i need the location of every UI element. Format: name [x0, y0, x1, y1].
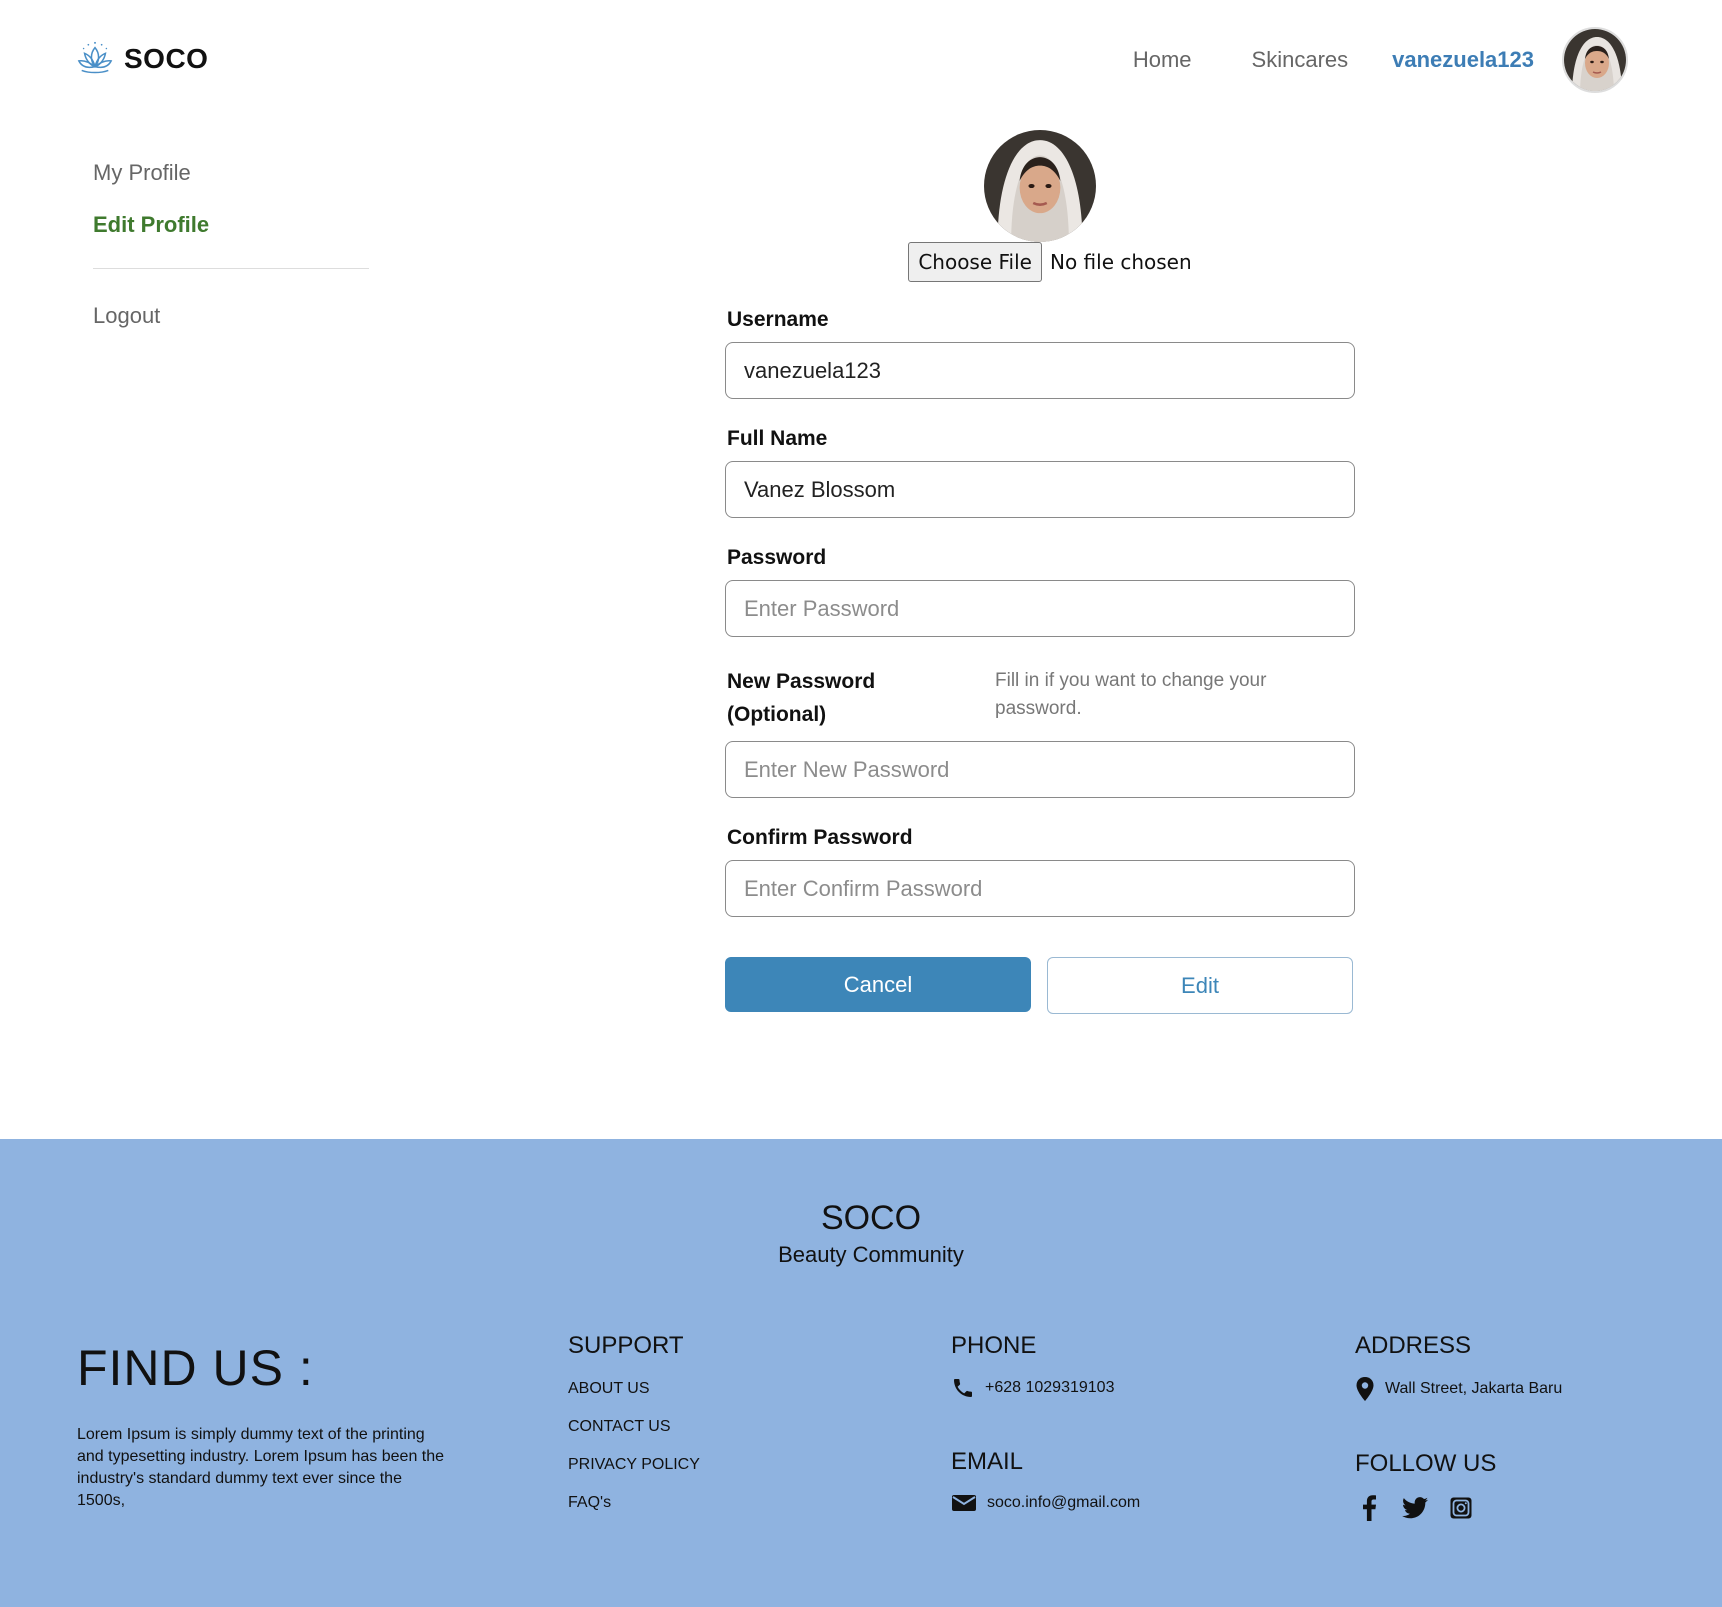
profile-sidebar: My Profile Edit Profile Logout: [93, 160, 369, 329]
address-title: ADDRESS: [1355, 1332, 1472, 1359]
email-row: soco.info@gmail.com: [951, 1492, 1140, 1514]
nav-skincares-link[interactable]: Skincares: [1252, 47, 1349, 73]
new-password-label-line2: (Optional): [727, 703, 827, 726]
full-name-label: Full Name: [727, 427, 828, 450]
follow-us-title: FOLLOW US: [1355, 1450, 1497, 1477]
new-password-label: New Password (Optional): [727, 665, 995, 731]
address-value: Wall Street, Jakarta Baru: [1385, 1380, 1563, 1397]
new-password-header: New Password (Optional) Fill in if you w…: [725, 665, 1355, 731]
footer-tagline: Beauty Community: [778, 1242, 964, 1267]
phone-icon: [954, 1379, 972, 1397]
footer-brand-name: SOCO: [820, 1199, 922, 1237]
edit-profile-form: Choose File No file chosen Username Full…: [725, 130, 1355, 1014]
username-field[interactable]: [725, 342, 1355, 399]
confirm-password-label: Confirm Password: [727, 826, 913, 849]
about-us-link[interactable]: ABOUT US: [568, 1380, 700, 1398]
map-pin-icon: [1356, 1377, 1374, 1401]
sidebar-divider: [93, 268, 369, 269]
password-field[interactable]: [725, 580, 1355, 637]
address-row: Wall Street, Jakarta Baru: [1355, 1376, 1562, 1402]
instagram-icon[interactable]: [1447, 1494, 1475, 1522]
edit-button[interactable]: Edit: [1047, 957, 1353, 1014]
new-password-hint: Fill in if you want to change your passw…: [995, 670, 1267, 719]
new-password-field[interactable]: [725, 741, 1355, 798]
footer-brand: SOCO Beauty Community: [0, 1199, 1722, 1268]
faq-link[interactable]: FAQ's: [568, 1494, 700, 1512]
new-password-label-line1: New Password: [727, 670, 876, 693]
nav-home-link[interactable]: Home: [1133, 47, 1192, 73]
email-value[interactable]: soco.info@gmail.com: [987, 1494, 1140, 1512]
file-status: No file chosen: [1049, 250, 1192, 274]
brand-name: SOCO: [124, 43, 209, 74]
full-name-field[interactable]: [725, 461, 1355, 518]
sidebar-item-edit-profile[interactable]: Edit Profile: [93, 212, 369, 238]
facebook-icon[interactable]: [1355, 1494, 1383, 1522]
support-title: SUPPORT: [568, 1332, 684, 1359]
phone-row: +628 1029319103: [951, 1376, 1140, 1400]
support-column: SUPPORT ABOUT US CONTACT US PRIVACY POLI…: [568, 1332, 700, 1512]
sidebar-item-logout[interactable]: Logout: [93, 303, 369, 329]
brand-logo[interactable]: SOCO: [76, 40, 208, 78]
social-links: [1355, 1494, 1562, 1522]
password-label: Password: [727, 546, 827, 569]
contact-column: PHONE +628 1029319103 EMAIL soco.info@gm…: [951, 1332, 1140, 1514]
privacy-policy-link[interactable]: PRIVACY POLICY: [568, 1456, 700, 1474]
site-footer: SOCO Beauty Community FIND US : Lorem Ip…: [0, 1139, 1722, 1607]
sidebar-item-my-profile[interactable]: My Profile: [93, 160, 369, 186]
avatar-upload-area: Choose File No file chosen: [725, 130, 1355, 282]
avatar-portrait-icon: [1564, 29, 1626, 91]
avatar-portrait-icon: [984, 130, 1096, 242]
username-label: Username: [727, 308, 829, 331]
profile-avatar: [984, 130, 1096, 242]
confirm-password-field[interactable]: [725, 860, 1355, 917]
form-actions: Cancel Edit: [725, 957, 1355, 1014]
nav-username-link[interactable]: vanezuela123: [1392, 47, 1534, 73]
address-column: ADDRESS Wall Street, Jakarta Baru FOLLOW…: [1355, 1332, 1562, 1522]
lotus-logo-icon: [77, 41, 113, 74]
envelope-icon: [952, 1495, 976, 1511]
top-navbar: SOCO Home Skincares vanezuela123: [0, 0, 1722, 120]
phone-title: PHONE: [951, 1332, 1037, 1359]
find-us-text: Lorem Ipsum is simply dummy text of the …: [77, 1426, 445, 1509]
twitter-icon[interactable]: [1401, 1494, 1429, 1522]
contact-us-link[interactable]: CONTACT US: [568, 1418, 700, 1436]
email-title: EMAIL: [951, 1448, 1024, 1475]
choose-file-button[interactable]: Choose File: [908, 242, 1042, 282]
find-us-heading: FIND US :: [77, 1340, 314, 1396]
phone-value: +628 1029319103: [985, 1379, 1115, 1396]
cancel-button[interactable]: Cancel: [725, 957, 1031, 1012]
file-input: Choose File No file chosen: [735, 242, 1365, 282]
main-nav: Home Skincares vanezuela123: [1073, 24, 1628, 96]
user-avatar[interactable]: [1562, 27, 1628, 93]
